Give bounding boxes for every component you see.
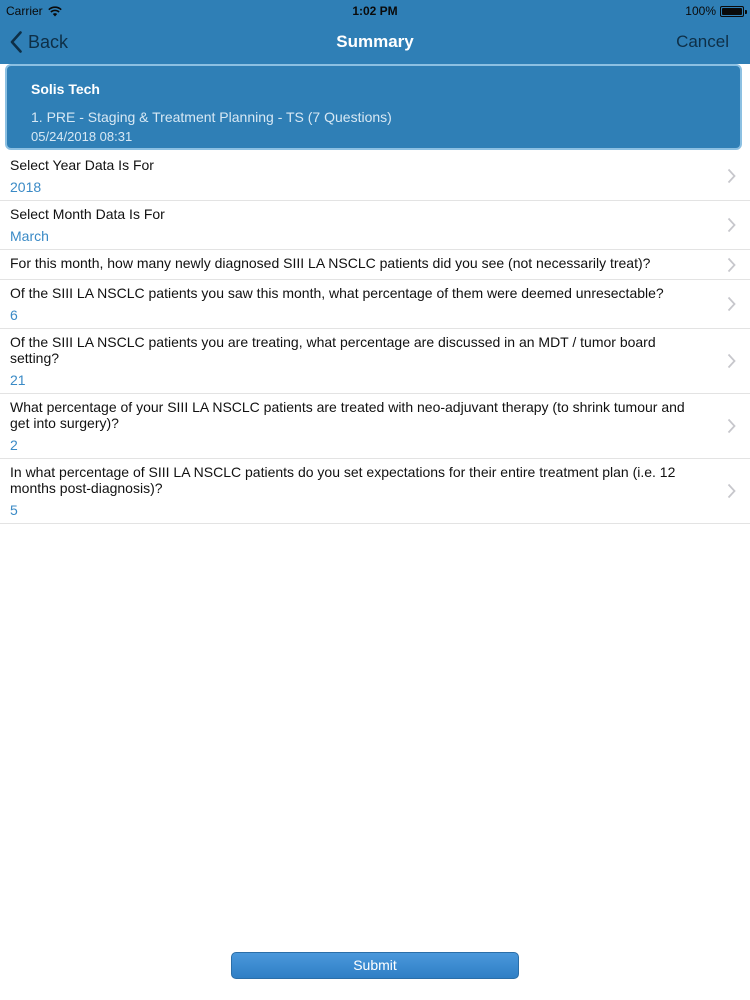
answer-value: 21 [10,372,26,388]
survey-summary-card: Solis Tech 1. PRE - Staging & Treatment … [5,64,742,150]
chevron-right-icon [727,296,736,312]
status-time: 1:02 PM [352,4,398,18]
question-text: For this month, how many newly diagnosed… [10,255,651,271]
chevron-right-icon [727,257,736,272]
answer-value: 2018 [10,179,42,195]
chevron-right-icon [727,483,736,499]
status-battery: 100% [685,4,747,18]
answer-value: 6 [10,307,18,323]
question-text: Select Month Data Is For [10,206,165,222]
chevron-right-icon [727,353,736,369]
battery-percent: 100% [685,4,716,18]
status-bar: Carrier 1:02 PM 100% [0,0,750,22]
question-text: Of the SIII LA NSCLC patients you saw th… [10,285,664,301]
list-item[interactable]: In what percentage of SIII LA NSCLC pati… [0,459,750,524]
header: Carrier 1:02 PM 100% Back Summary Cancel [0,0,750,64]
chevron-right-icon [727,418,736,434]
list-item[interactable]: Select Month Data Is For March [0,201,750,250]
summary-screen: Carrier 1:02 PM 100% Back Summary Cancel… [0,0,750,1000]
survey-name: 1. PRE - Staging & Treatment Planning - … [31,109,392,125]
answer-value: 5 [10,502,18,518]
survey-date: 05/24/2018 08:31 [31,129,133,144]
list-item[interactable]: Of the SIII LA NSCLC patients you saw th… [0,280,750,329]
question-text: What percentage of your SIII LA NSCLC pa… [10,399,685,431]
answer-value: 2 [10,437,18,453]
back-button[interactable]: Back [10,29,68,55]
list-item[interactable]: Select Year Data Is For 2018 [0,152,750,201]
chevron-right-icon [727,168,736,184]
list-item[interactable]: For this month, how many newly diagnosed… [0,250,750,280]
question-text: Of the SIII LA NSCLC patients you are tr… [10,334,656,366]
nav-bar: Back Summary Cancel [0,22,750,64]
question-text: In what percentage of SIII LA NSCLC pati… [10,464,676,496]
cancel-button[interactable]: Cancel [676,32,729,52]
answer-value: March [10,228,49,244]
question-list: Select Year Data Is For 2018 Select Mont… [0,152,750,524]
submit-button[interactable]: Submit [231,952,519,979]
chevron-right-icon [727,217,736,233]
back-label: Back [28,31,69,52]
question-text: Select Year Data Is For [10,157,154,173]
list-item[interactable]: What percentage of your SIII LA NSCLC pa… [0,394,750,459]
battery-icon [720,5,747,17]
list-item[interactable]: Of the SIII LA NSCLC patients you are tr… [0,329,750,394]
chevron-left-icon [10,31,22,53]
company-name: Solis Tech [31,81,100,97]
page-title: Summary [336,32,414,51]
